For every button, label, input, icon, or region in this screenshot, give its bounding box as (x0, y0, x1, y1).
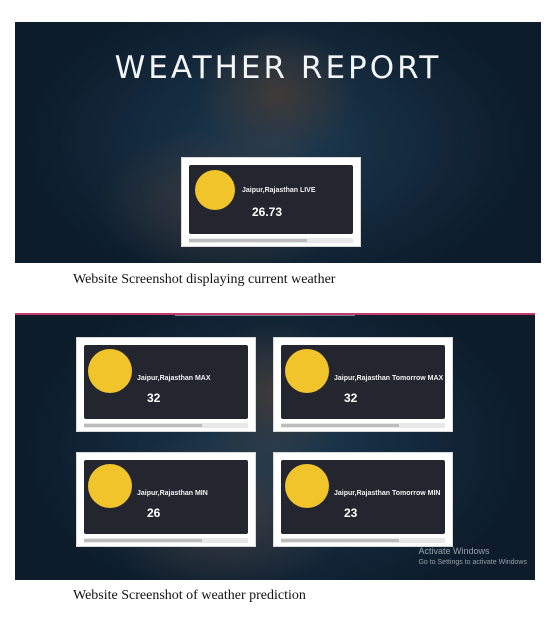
tomorrow-max-weather-card[interactable]: Jaipur,Rajasthan Tomorrow MAX 32 (273, 337, 453, 432)
card-value: 32 (344, 391, 358, 405)
card-panel: Jaipur,Rajasthan MIN 26 (84, 460, 248, 534)
sun-icon (88, 464, 132, 508)
card-value: 26.73 (252, 205, 283, 219)
horizontal-scrollbar[interactable] (281, 538, 445, 543)
sun-icon (88, 349, 132, 393)
max-weather-card[interactable]: Jaipur,Rajasthan MAX 32 (76, 337, 256, 432)
card-label: Jaipur,Rajasthan Tomorrow MAX (334, 375, 444, 382)
min-weather-card[interactable]: Jaipur,Rajasthan MIN 26 (76, 452, 256, 547)
activate-windows-watermark: Activate Windows Go to Settings to activ… (418, 546, 527, 568)
horizontal-scrollbar[interactable] (189, 238, 353, 243)
watermark-title: Activate Windows (418, 546, 490, 556)
card-label: Jaipur,Rajasthan MAX (137, 375, 211, 382)
horizontal-scrollbar[interactable] (84, 423, 248, 428)
page-title: WEATHER REPORT (114, 50, 442, 86)
card-panel: Jaipur,Rajasthan LIVE 26.73 (189, 165, 353, 234)
tomorrow-min-weather-card[interactable]: Jaipur,Rajasthan Tomorrow MIN 23 (273, 452, 453, 547)
current-weather-screenshot: WEATHER REPORT Jaipur,Rajasthan LIVE 26.… (15, 22, 541, 263)
caption-current-weather: Website Screenshot displaying current we… (73, 272, 336, 287)
scrollbar-thumb[interactable] (189, 239, 308, 242)
sun-icon (195, 170, 235, 210)
live-weather-card[interactable]: Jaipur,Rajasthan LIVE 26.73 (181, 157, 361, 247)
scrollbar-thumb[interactable] (281, 539, 400, 542)
card-panel: Jaipur,Rajasthan Tomorrow MIN 23 (281, 460, 445, 534)
sun-icon (285, 349, 329, 393)
card-panel: Jaipur,Rajasthan Tomorrow MAX 32 (281, 345, 445, 419)
watermark-subtitle: Go to Settings to activate Windows (418, 559, 527, 566)
scrollbar-thumb[interactable] (281, 424, 400, 427)
card-panel: Jaipur,Rajasthan MAX 32 (84, 345, 248, 419)
card-label: Jaipur,Rajasthan MIN (137, 490, 208, 497)
horizontal-scrollbar[interactable] (84, 538, 248, 543)
horizontal-scrollbar[interactable] (281, 423, 445, 428)
divider (175, 315, 355, 316)
card-label: Jaipur,Rajasthan Tomorrow MIN (334, 490, 441, 497)
sun-icon (285, 464, 329, 508)
scrollbar-thumb[interactable] (84, 424, 203, 427)
card-value: 32 (147, 391, 161, 405)
card-value: 23 (344, 506, 358, 520)
weather-prediction-screenshot: Jaipur,Rajasthan MAX 32 Jaipur,Rajasthan… (15, 313, 535, 580)
card-label: Jaipur,Rajasthan LIVE (242, 187, 316, 194)
scrollbar-thumb[interactable] (84, 539, 203, 542)
caption-weather-prediction: Website Screenshot of weather prediction (73, 588, 306, 603)
card-value: 26 (147, 506, 161, 520)
